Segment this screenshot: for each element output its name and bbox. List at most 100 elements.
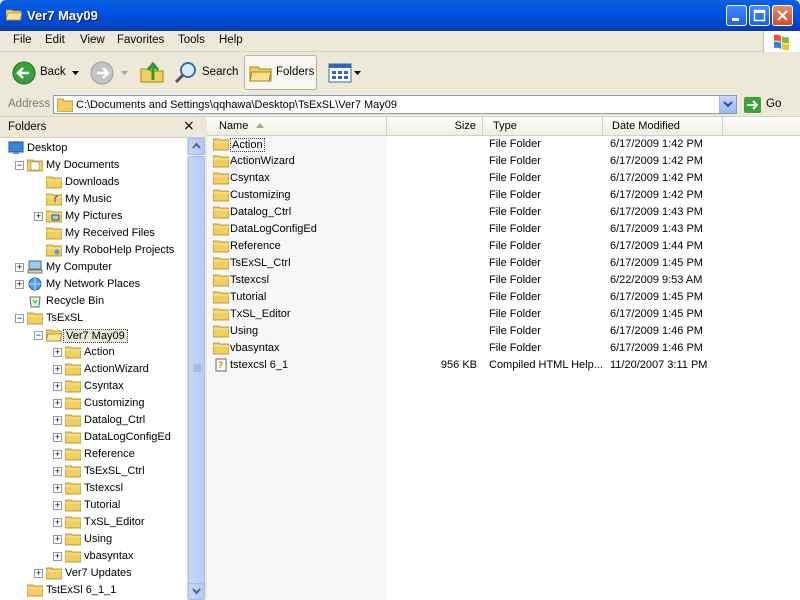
address-input[interactable]: C:\Documents and Settings\qqhawa\Desktop…: [53, 95, 737, 114]
menu-view[interactable]: View: [80, 34, 105, 46]
file-row[interactable]: Datalog_Ctrl File Folder 6/17/2009 1:43 PM: [207, 204, 800, 221]
expand-icon[interactable]: +: [15, 263, 24, 272]
go-button[interactable]: Go: [744, 96, 796, 114]
file-row[interactable]: Using File Folder 6/17/2009 1:46 PM: [207, 323, 800, 340]
tree-item[interactable]: + My Computer: [0, 259, 187, 276]
tree-item[interactable]: Desktop: [0, 140, 187, 157]
menu-favorites[interactable]: Favorites: [117, 34, 164, 46]
close-button[interactable]: [772, 5, 793, 26]
column-header-type[interactable]: Type: [483, 117, 603, 135]
scroll-up-button[interactable]: [188, 138, 205, 155]
scroll-thumb[interactable]: [188, 156, 205, 586]
minimize-button[interactable]: [726, 5, 747, 26]
forward-button[interactable]: [90, 59, 130, 87]
tree-item[interactable]: + TsExSL_Ctrl: [0, 463, 187, 480]
tree-item[interactable]: Recycle Bin: [0, 293, 187, 310]
tree-item-label: Ver7 May09: [63, 329, 128, 343]
maximize-button[interactable]: [749, 5, 770, 26]
expand-icon[interactable]: +: [53, 552, 62, 561]
menu-edit[interactable]: Edit: [45, 34, 65, 46]
file-row[interactable]: Action File Folder 6/17/2009 1:42 PM: [207, 136, 800, 153]
file-row[interactable]: DataLogConfigEd File Folder 6/17/2009 1:43…: [207, 221, 800, 238]
folders-button[interactable]: Folders: [244, 55, 317, 90]
tree-item[interactable]: + Reference: [0, 446, 187, 463]
tree-item[interactable]: + Csyntax: [0, 378, 187, 395]
menu-tools[interactable]: Tools: [178, 34, 205, 46]
folder-tree-scrollbar[interactable]: [187, 138, 205, 600]
tree-item[interactable]: + My Network Places: [0, 276, 187, 293]
expand-icon[interactable]: +: [53, 433, 62, 442]
file-row[interactable]: Csyntax File Folder 6/17/2009 1:42 PM: [207, 170, 800, 187]
tree-item[interactable]: My RoboHelp Projects: [0, 242, 187, 259]
tree-item[interactable]: + Action: [0, 344, 187, 361]
file-row[interactable]: ActionWizard File Folder 6/17/2009 1:42 PM: [207, 153, 800, 170]
collapse-icon[interactable]: −: [15, 161, 24, 170]
tree-item[interactable]: + Using: [0, 531, 187, 548]
file-name: DataLogConfigEd: [230, 223, 317, 235]
tree-item[interactable]: + ActionWizard: [0, 361, 187, 378]
expand-icon[interactable]: +: [53, 450, 62, 459]
expand-icon[interactable]: +: [53, 518, 62, 527]
file-row[interactable]: Tstexcsl File Folder 6/22/2009 9:53 AM: [207, 272, 800, 289]
folder-icon: [65, 431, 81, 444]
folders-pane-close-button[interactable]: ×: [183, 118, 195, 134]
file-row[interactable]: TsExSL_Ctrl File Folder 6/17/2009 1:45 PM: [207, 255, 800, 272]
file-type: File Folder: [489, 257, 541, 269]
expand-icon[interactable]: +: [53, 382, 62, 391]
file-row[interactable]: Reference File Folder 6/17/2009 1:44 PM: [207, 238, 800, 255]
expand-icon[interactable]: +: [53, 416, 62, 425]
file-row[interactable]: ? tstexcsl 6_1 956 KB Compiled HTML Help...…: [207, 357, 800, 374]
tree-item[interactable]: + Datalog_Ctrl: [0, 412, 187, 429]
tree-item[interactable]: − Ver7 May09: [0, 327, 187, 344]
menu-file[interactable]: File: [13, 34, 32, 46]
collapse-icon[interactable]: −: [34, 331, 43, 340]
scroll-down-button[interactable]: [188, 583, 205, 600]
expand-icon[interactable]: +: [53, 535, 62, 544]
column-header-name[interactable]: Name: [207, 117, 387, 135]
title-bar[interactable]: Ver7 May09: [0, 0, 800, 31]
expand-icon[interactable]: +: [34, 569, 43, 578]
column-header-date[interactable]: Date Modified: [603, 117, 723, 135]
file-row[interactable]: vbasyntax File Folder 6/17/2009 1:46 PM: [207, 340, 800, 357]
expand-icon[interactable]: +: [34, 212, 43, 221]
close-icon: [777, 10, 788, 21]
tree-item[interactable]: + Tstexcsl: [0, 480, 187, 497]
column-header-size[interactable]: Size: [387, 117, 483, 135]
search-button[interactable]: Search: [170, 55, 240, 90]
menu-help[interactable]: Help: [219, 34, 243, 46]
expand-icon[interactable]: +: [53, 484, 62, 493]
back-button[interactable]: Back: [10, 59, 82, 87]
expand-icon[interactable]: +: [53, 467, 62, 476]
file-date: 6/17/2009 1:42 PM: [610, 155, 703, 167]
up-folder-icon: [140, 61, 164, 83]
file-row[interactable]: Customizing File Folder 6/17/2009 1:42 PM: [207, 187, 800, 204]
expand-icon[interactable]: +: [53, 348, 62, 357]
file-type: File Folder: [489, 274, 541, 286]
tree-item[interactable]: My Received Files: [0, 225, 187, 242]
tree-item[interactable]: − My Documents: [0, 157, 187, 174]
tree-item[interactable]: + Ver7 Updates: [0, 565, 187, 582]
tree-item[interactable]: − TsExSL: [0, 310, 187, 327]
tree-item[interactable]: + TxSL_Editor: [0, 514, 187, 531]
tree-item[interactable]: Downloads: [0, 174, 187, 191]
tree-item[interactable]: + vbasyntax: [0, 548, 187, 565]
expand-icon[interactable]: +: [53, 399, 62, 408]
views-button[interactable]: [326, 59, 362, 87]
tree-item[interactable]: My Music: [0, 191, 187, 208]
expand-icon[interactable]: +: [53, 365, 62, 374]
tree-item-label: My Pictures: [65, 210, 123, 222]
tree-item[interactable]: + DataLogConfigEd: [0, 429, 187, 446]
tree-item[interactable]: + Tutorial: [0, 497, 187, 514]
folder-icon: [65, 346, 81, 359]
collapse-icon[interactable]: −: [15, 314, 24, 323]
expand-icon[interactable]: +: [15, 280, 24, 289]
tree-item[interactable]: + Customizing: [0, 395, 187, 412]
up-folder-button[interactable]: [138, 57, 166, 87]
tree-item[interactable]: TstExSl 6_1_1: [0, 582, 187, 599]
file-row[interactable]: Tutorial File Folder 6/17/2009 1:45 PM: [207, 289, 800, 306]
file-row[interactable]: TxSL_Editor File Folder 6/17/2009 1:45 PM: [207, 306, 800, 323]
windows-flag-icon: [774, 34, 789, 51]
expand-icon[interactable]: +: [53, 501, 62, 510]
tree-item[interactable]: + My Pictures: [0, 208, 187, 225]
address-dropdown-button[interactable]: [719, 96, 736, 113]
